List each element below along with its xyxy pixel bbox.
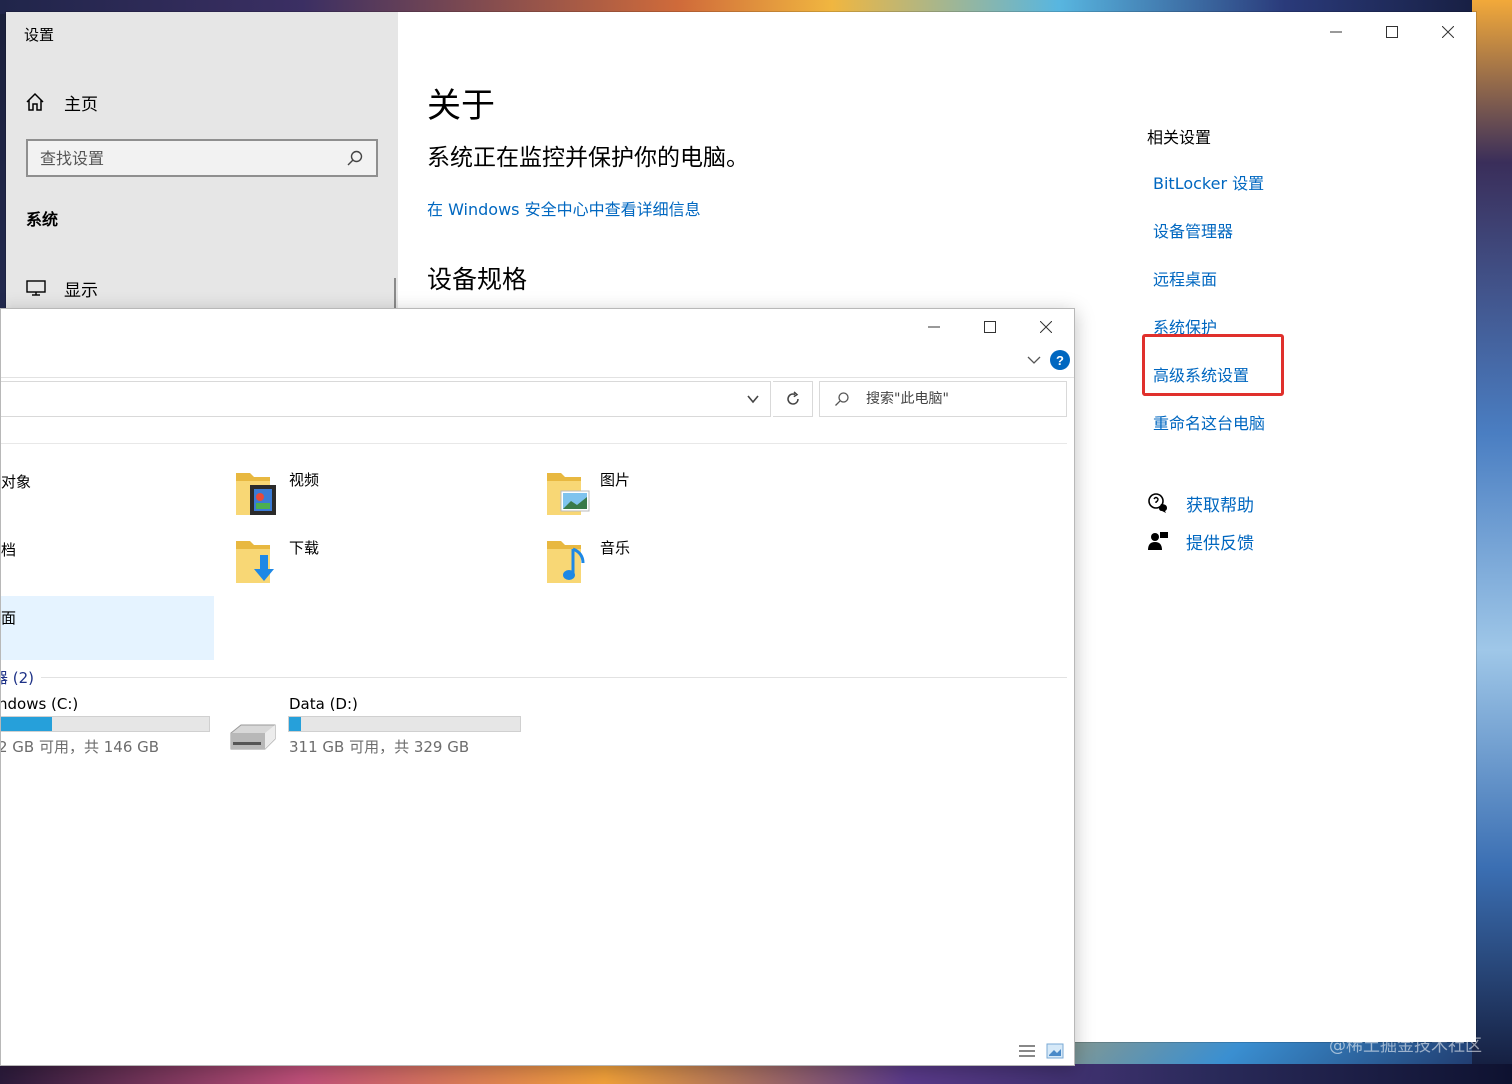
large-icons-view-icon[interactable] [1046,1043,1064,1059]
folder-videos-label: 视频 [289,471,320,489]
drive-d-name[interactable]: Data (D:) [289,695,358,713]
drive-d-usage-fill [289,717,301,731]
address-bar[interactable] [1,381,771,417]
home-icon [26,92,44,111]
explorer-search-input[interactable] [866,391,1066,407]
folder-3d-objects-label[interactable]: 对象 [1,471,31,492]
folder-downloads[interactable]: 下载 [234,535,434,595]
watermark-text: @稀土掘金技术社区 [1329,1036,1482,1056]
explorer-minimize-button[interactable] [906,309,962,345]
ribbon-divider [1,377,1074,378]
window-title: 设置 [24,26,55,44]
device-specs-heading: 设备规格 [427,265,528,294]
close-icon [1442,26,1454,38]
sidebar-item-home[interactable]: 主页 [24,90,98,115]
feedback-link[interactable]: 提供反馈 [1147,528,1254,554]
search-icon [835,392,849,406]
sidebar-item-display-label: 显示 [64,280,98,301]
maximize-icon [1386,26,1398,38]
security-status-text: 系统正在监控并保护你的电脑。 [427,145,749,171]
maximize-button[interactable] [1364,12,1420,52]
chat-help-icon [1148,493,1167,513]
folder-desktop-selected[interactable] [1,596,214,660]
address-history-chevron-icon[interactable] [746,392,760,406]
monitor-icon [26,280,46,296]
drive-d-usage-bar [288,716,521,732]
downloads-folder-icon [236,541,274,583]
expand-ribbon-chevron-icon[interactable] [1026,352,1042,368]
maximize-icon [984,321,996,333]
minimize-icon [1330,31,1342,33]
devices-group-line [41,677,1067,678]
details-view-icon[interactable] [1018,1043,1036,1059]
page-title: 关于 [427,86,495,126]
explorer-maximize-button[interactable] [962,309,1018,345]
music-folder-icon [547,541,585,583]
highlight-annotation-box [1142,334,1284,396]
feedback-label: 提供反馈 [1186,533,1254,554]
get-help-link[interactable]: 获取帮助 [1147,490,1254,516]
minimize-icon [928,326,940,328]
folder-music-label: 音乐 [600,539,631,557]
drive-c-usage-fill [1,717,53,731]
folder-downloads-label: 下载 [289,539,320,557]
sidebar-section-title: 系统 [26,210,59,229]
drive-c-usage-bar [1,716,210,732]
close-icon [1040,321,1052,333]
videos-folder-icon [236,473,276,515]
folder-videos[interactable]: 视频 [234,467,434,527]
hard-drive-icon [230,724,276,750]
refresh-icon [786,391,799,405]
view-toggle [1008,1043,1064,1059]
folder-pictures[interactable]: 图片 [545,467,745,527]
wallpaper-bottom [0,1064,1512,1084]
refresh-button[interactable] [773,381,813,417]
pictures-folder-icon [547,473,590,515]
drive-c-free-space: 2 GB 可用，共 146 GB [0,738,160,756]
content-divider [1,443,1067,444]
explorer-search-box[interactable] [819,381,1067,417]
related-settings-heading: 相关设置 [1147,128,1212,147]
explorer-window-controls [906,309,1074,345]
settings-window-controls [1308,12,1476,52]
settings-search-input[interactable] [40,148,346,168]
related-settings: 相关设置 [1147,124,1427,148]
folder-music[interactable]: 音乐 [545,535,745,595]
feedback-person-icon [1148,532,1168,550]
drive-c-name[interactable]: ndows (C:) [1,695,78,713]
ribbon-controls: ? [1026,349,1070,371]
sidebar-item-display[interactable]: 显示 [26,276,98,301]
folder-pictures-label: 图片 [600,471,631,489]
settings-search-box[interactable] [26,139,378,177]
help-button[interactable]: ? [1050,350,1070,370]
search-icon[interactable] [346,149,364,167]
device-manager-link[interactable]: 设备管理器 [1153,218,1233,242]
get-help-label: 获取帮助 [1186,495,1254,516]
file-explorer-window: ? 对象 视频 [0,308,1075,1066]
devices-group-header[interactable]: 器 (2) [1,667,34,688]
rename-pc-link[interactable]: 重命名这台电脑 [1153,410,1265,434]
close-button[interactable] [1420,12,1476,52]
explorer-close-button[interactable] [1018,309,1074,345]
minimize-button[interactable] [1308,12,1364,52]
drive-d-free-space: 311 GB 可用，共 329 GB [289,738,470,756]
bitlocker-settings-link[interactable]: BitLocker 设置 [1153,170,1264,194]
security-center-link[interactable]: 在 Windows 安全中心中查看详细信息 [427,196,701,220]
folder-desktop-label[interactable]: 面 [1,607,16,628]
remote-desktop-link[interactable]: 远程桌面 [1153,266,1217,290]
sidebar-item-home-label: 主页 [64,94,98,115]
wallpaper-right [1472,0,1512,1084]
folder-documents-label[interactable]: 档 [1,539,16,560]
